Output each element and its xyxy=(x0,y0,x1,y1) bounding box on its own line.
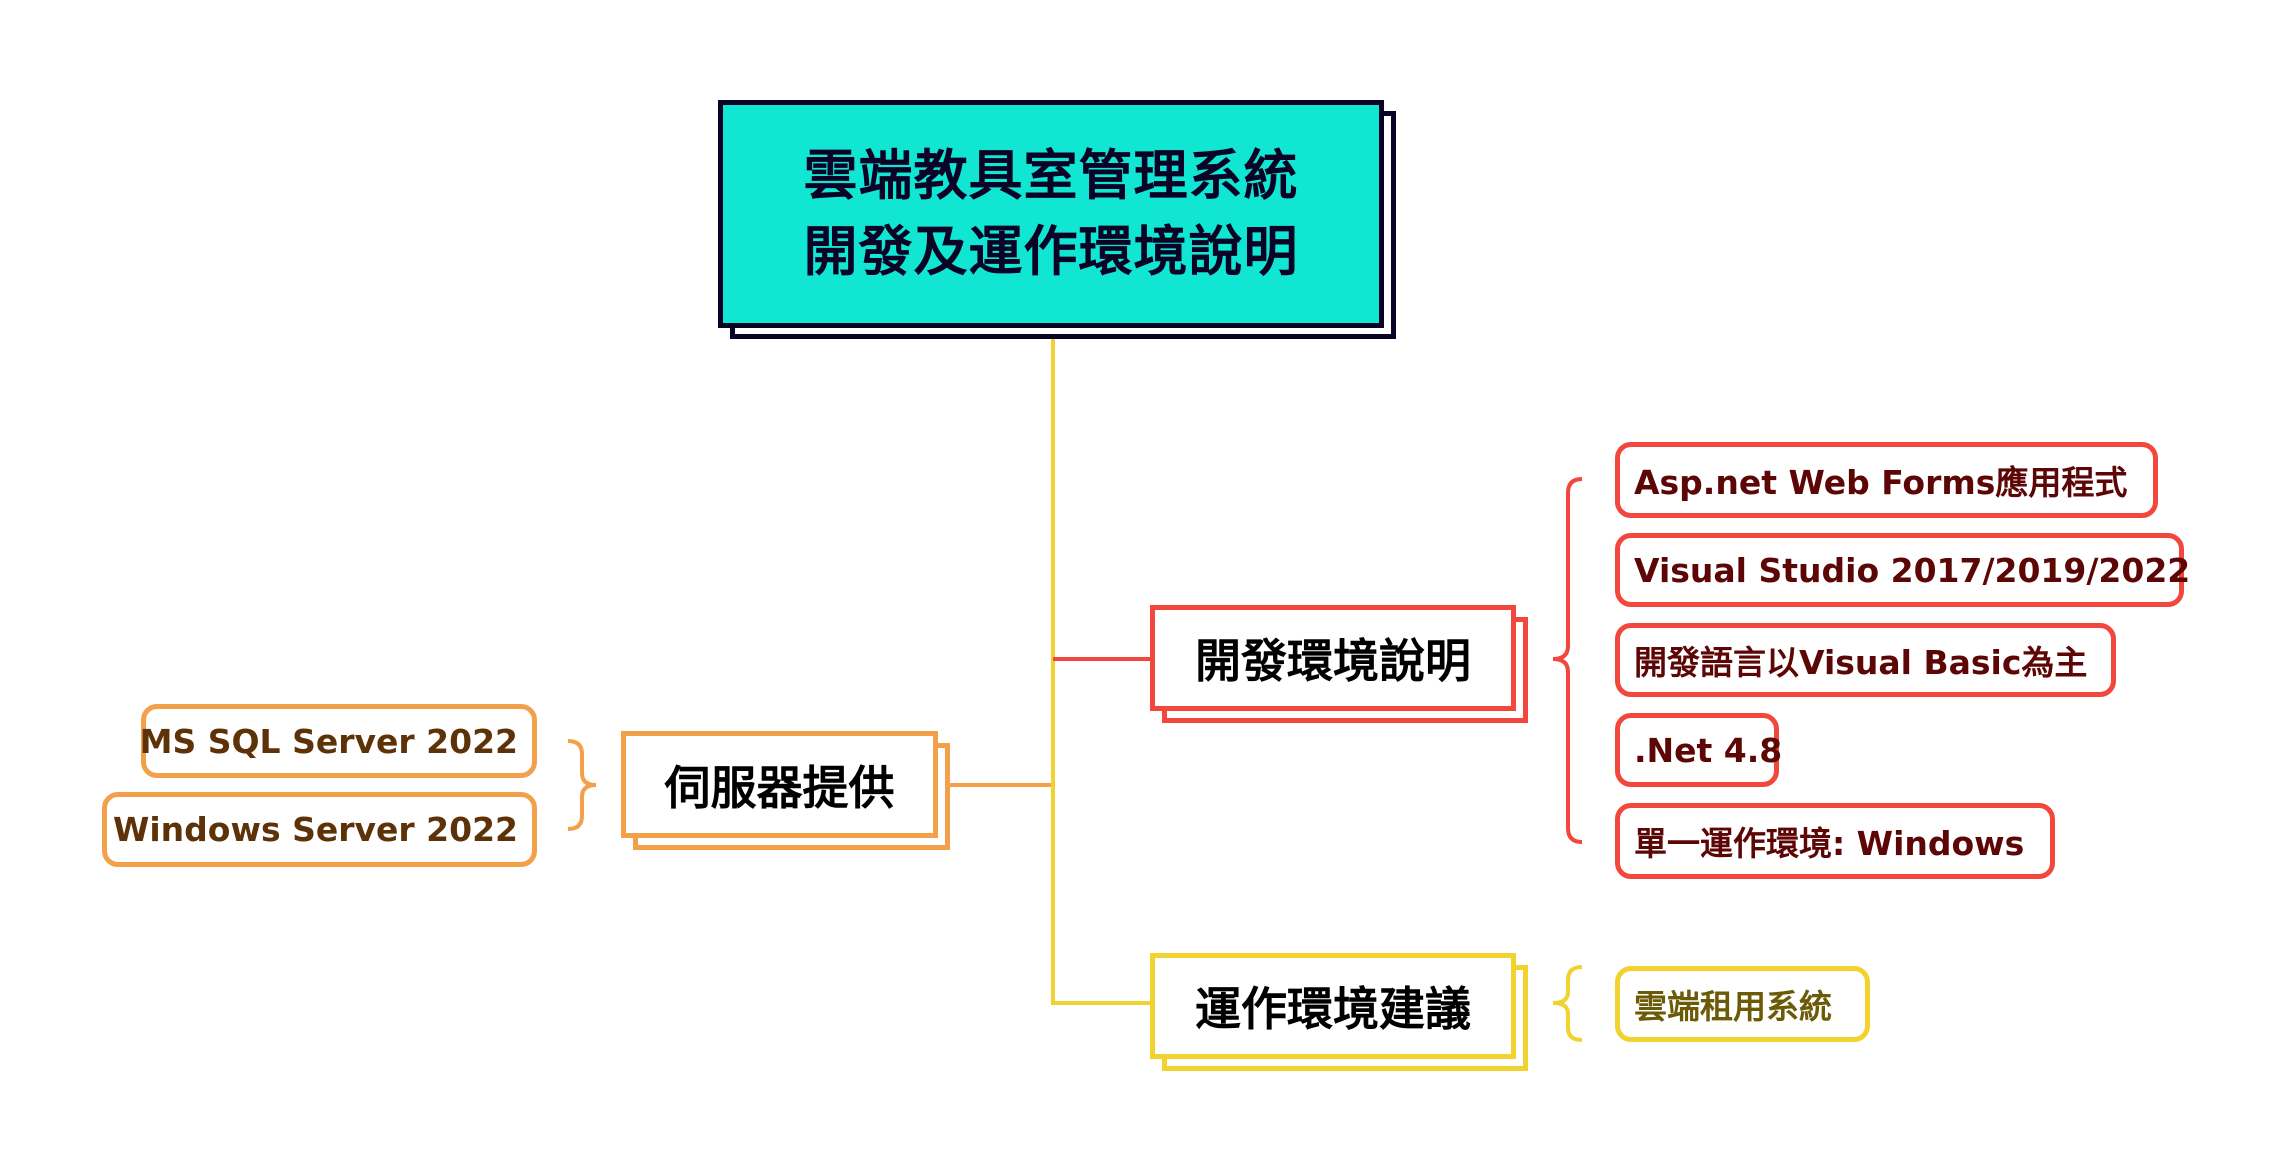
server-leaf-windows[interactable]: Windows Server 2022 xyxy=(102,792,537,867)
leaf-label: 單一運作環境: Windows xyxy=(1634,824,2025,863)
dev-leaf-dotnet[interactable]: .Net 4.8 xyxy=(1615,713,1783,787)
dev-leaf-runtime[interactable]: 單一運作環境: Windows xyxy=(1615,803,2055,879)
root-title-line2: 開發及運作環境說明 xyxy=(803,220,1299,283)
leaf-label: 開發語言以Visual Basic為主 xyxy=(1634,643,2088,682)
root-title-line1: 雲端教具室管理系統 xyxy=(803,144,1299,207)
leaf-label: Asp.net Web Forms應用程式 xyxy=(1634,463,2128,502)
leaf-label: .Net 4.8 xyxy=(1634,730,1783,770)
leaf-label: Windows Server 2022 xyxy=(112,810,518,849)
ops-leaf-cloud[interactable]: 雲端租用系統 xyxy=(1615,966,1870,1042)
dev-environment-node[interactable]: 開發環境說明 xyxy=(1150,605,1516,711)
ops-bracket xyxy=(1552,965,1583,1042)
leaf-label: 雲端租用系統 xyxy=(1634,987,1832,1026)
server-node[interactable]: 伺服器提供 xyxy=(621,731,938,838)
server-bracket xyxy=(567,739,597,831)
dev-environment-label: 開發環境說明 xyxy=(1195,634,1471,688)
server-label: 伺服器提供 xyxy=(664,760,895,815)
ops-environment-label: 運作環境建議 xyxy=(1195,982,1471,1036)
leaf-label: MS SQL Server 2022 xyxy=(139,721,518,761)
ops-environment-node[interactable]: 運作環境建議 xyxy=(1150,953,1516,1059)
leaf-label: Visual Studio 2017/2019/2022 xyxy=(1634,550,2191,590)
dev-leaf-aspnet[interactable]: Asp.net Web Forms應用程式 xyxy=(1615,442,2158,518)
dev-leaf-visual-studio[interactable]: Visual Studio 2017/2019/2022 xyxy=(1615,533,2190,607)
dev-bracket xyxy=(1552,477,1583,844)
root-node[interactable]: 雲端教具室管理系統 開發及運作環境說明 xyxy=(718,100,1384,328)
server-leaf-sql[interactable]: MS SQL Server 2022 xyxy=(139,704,537,778)
dev-leaf-language[interactable]: 開發語言以Visual Basic為主 xyxy=(1615,623,2116,697)
